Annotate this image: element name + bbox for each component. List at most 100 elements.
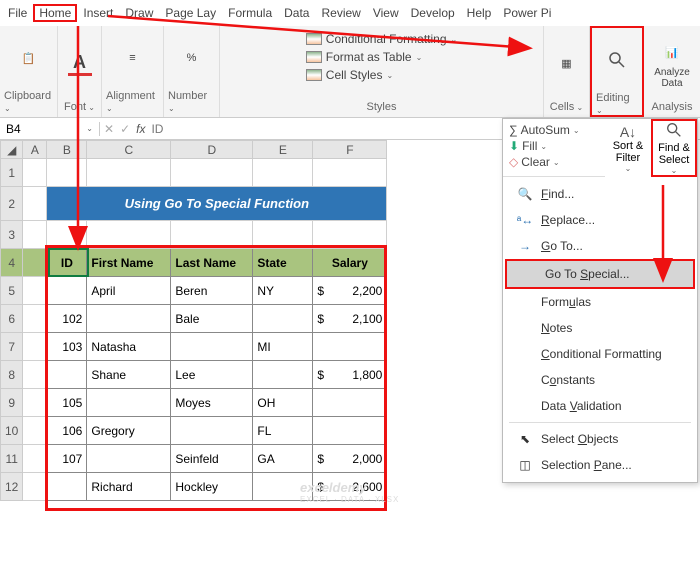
col-header-C[interactable]: C — [87, 141, 171, 159]
row-header[interactable]: 1 — [1, 159, 23, 187]
cell[interactable] — [87, 305, 171, 333]
cell[interactable]: $ 2,600 — [313, 473, 387, 501]
cell[interactable] — [47, 277, 87, 305]
cell[interactable]: OH — [253, 389, 313, 417]
col-header-D[interactable]: D — [171, 141, 253, 159]
menu-find[interactable]: 🔍Find... — [503, 181, 697, 207]
cell[interactable]: $ 1,800 — [313, 361, 387, 389]
cell[interactable]: NY — [253, 277, 313, 305]
col-header-E[interactable]: E — [253, 141, 313, 159]
cell[interactable]: $ 2,200 — [313, 277, 387, 305]
menu-review[interactable]: Review — [315, 4, 366, 22]
name-box[interactable]: B4⌄ — [0, 122, 100, 136]
menu-data[interactable]: Data — [278, 4, 315, 22]
menu-file[interactable]: File — [2, 4, 33, 22]
col-header-A[interactable]: A — [23, 141, 47, 159]
col-header-F[interactable]: F — [313, 141, 387, 159]
cell[interactable]: $ 2,100 — [313, 305, 387, 333]
autosum-button[interactable]: ∑AutoSum ⌄ — [509, 123, 580, 137]
cell[interactable] — [253, 361, 313, 389]
fx-icon[interactable]: fx — [136, 122, 145, 136]
menu-formulas[interactable]: Formula — [222, 4, 278, 22]
menu-help[interactable]: Help — [461, 4, 498, 22]
menu-data-validation[interactable]: Data Validation — [503, 393, 697, 419]
menu-constants[interactable]: Constants — [503, 367, 697, 393]
row-header[interactable]: 4 — [1, 249, 23, 277]
find-select-button[interactable]: Find & Select⌄ — [651, 119, 697, 177]
cell[interactable] — [253, 473, 313, 501]
menu-pagelayout[interactable]: Page Lay — [159, 4, 222, 22]
row-header[interactable]: 2 — [1, 187, 23, 221]
cell[interactable]: April — [87, 277, 171, 305]
cancel-icon[interactable]: ✕ — [104, 122, 114, 136]
cell[interactable] — [47, 473, 87, 501]
number-button[interactable]: % — [167, 28, 217, 90]
row-header[interactable]: 11 — [1, 445, 23, 473]
row-header[interactable]: 8 — [1, 361, 23, 389]
cell[interactable]: 107 — [47, 445, 87, 473]
cell[interactable]: Shane — [87, 361, 171, 389]
menu-view[interactable]: View — [367, 4, 405, 22]
cell[interactable]: Moyes — [171, 389, 253, 417]
cell[interactable]: MI — [253, 333, 313, 361]
row-header[interactable]: 10 — [1, 417, 23, 445]
grid[interactable]: ◢ A B C D E F 1 2 Using Go To Special Fu… — [0, 140, 387, 501]
menu-replace[interactable]: ᵃ↔Replace... — [503, 207, 697, 233]
menu-powerpivot[interactable]: Power Pi — [497, 4, 557, 22]
cell[interactable]: Gregory — [87, 417, 171, 445]
menu-goto[interactable]: →Go To... — [503, 233, 697, 259]
cell[interactable]: 105 — [47, 389, 87, 417]
select-all-corner[interactable]: ◢ — [1, 141, 23, 159]
row-header[interactable]: 3 — [1, 221, 23, 249]
cell[interactable]: Beren — [171, 277, 253, 305]
cell[interactable]: FL — [253, 417, 313, 445]
table-header[interactable]: ID — [47, 249, 87, 277]
cell[interactable]: Hockley — [171, 473, 253, 501]
alignment-button[interactable]: ≡ — [108, 28, 158, 90]
title-cell[interactable]: Using Go To Special Function — [47, 187, 387, 221]
cell[interactable]: Richard — [87, 473, 171, 501]
table-header[interactable]: Last Name — [171, 249, 253, 277]
menu-home[interactable]: Home — [33, 4, 77, 22]
clear-button[interactable]: ◇Clear ⌄ — [509, 155, 560, 169]
cell[interactable] — [313, 417, 387, 445]
menu-notes[interactable]: Notes — [503, 315, 697, 341]
menu-select-objects[interactable]: ⬉Select Objects — [503, 426, 697, 452]
cell[interactable] — [253, 305, 313, 333]
menu-selection-pane[interactable]: ◫Selection Pane... — [503, 452, 697, 478]
row-header[interactable]: 7 — [1, 333, 23, 361]
font-button[interactable]: A — [55, 34, 105, 96]
menu-draw[interactable]: Draw — [119, 4, 159, 22]
cell[interactable] — [87, 389, 171, 417]
cell[interactable]: Bale — [171, 305, 253, 333]
cell[interactable] — [313, 389, 387, 417]
row-header[interactable]: 12 — [1, 473, 23, 501]
table-header[interactable]: First Name — [87, 249, 171, 277]
analyze-data-button[interactable]: 📊Analyze Data — [647, 34, 697, 96]
cell[interactable]: 102 — [47, 305, 87, 333]
cell[interactable]: Natasha — [87, 333, 171, 361]
cell[interactable] — [171, 417, 253, 445]
menu-goto-special[interactable]: Go To Special... — [505, 259, 695, 289]
row-header[interactable]: 9 — [1, 389, 23, 417]
cell[interactable]: 106 — [47, 417, 87, 445]
row-header[interactable]: 5 — [1, 277, 23, 305]
sort-filter-button[interactable]: A↓ Sort & Filter⌄ — [605, 119, 651, 177]
table-header[interactable]: State — [253, 249, 313, 277]
clipboard-button[interactable]: 📋 — [4, 28, 54, 90]
cells-button[interactable]: ▦ — [542, 34, 592, 96]
cell[interactable] — [171, 333, 253, 361]
row-header[interactable]: 6 — [1, 305, 23, 333]
confirm-icon[interactable]: ✓ — [120, 122, 130, 136]
cell-styles-button[interactable]: Cell Styles ⌄ — [306, 68, 457, 82]
menu-insert[interactable]: Insert — [77, 4, 119, 22]
formula-bar[interactable]: ID — [151, 122, 163, 136]
cell[interactable]: 103 — [47, 333, 87, 361]
menu-developer[interactable]: Develop — [405, 4, 461, 22]
cell[interactable]: $ 2,000 — [313, 445, 387, 473]
fill-button[interactable]: ⬇Fill ⌄ — [509, 139, 547, 153]
conditional-formatting-button[interactable]: Conditional Formatting ⌄ — [306, 32, 457, 46]
menu-formulas[interactable]: Formulas — [503, 289, 697, 315]
cell[interactable]: Lee — [171, 361, 253, 389]
cell[interactable] — [87, 445, 171, 473]
